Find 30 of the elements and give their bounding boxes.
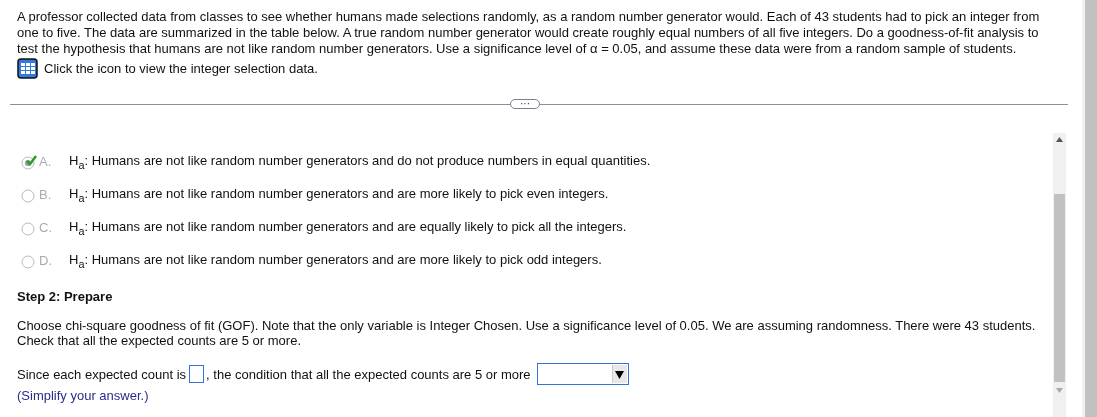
hint-text: (Simplify your answer.) [17, 388, 150, 403]
option-letter: C. [39, 220, 53, 235]
scrollbar[interactable] [1082, 0, 1097, 417]
question-text: A professor collected data from classes to see whether humans made selections randomly, as a random number generator would. Each of 43 students had to pick an integer from one to five. The data are summarized in the table below. A true random number generator would create roughly equal numbers of all five integers. Do a goodness-of-fit analysis to test the hypothesis that humans are not like random number generators. Use a significance level of α = 0.05, and assume these data were from a random sample of students. [17, 9, 1041, 57]
step-title: Step 2: Prepare [17, 289, 114, 304]
data-link-text[interactable]: Click the icon to view the integer selection data. [44, 61, 318, 76]
option-text[interactable]: H$_{a}$: Humans are not like random number generators and are more likely to pick odd integers. [69, 251, 602, 270]
option-letter: A. [39, 154, 53, 169]
option-text[interactable]: H$_{a}$: Humans are not like random number generators and are more likely to pick even integers. [69, 185, 609, 204]
scroll-thumb[interactable] [1054, 194, 1065, 382]
scroll-down-icon[interactable] [1056, 388, 1063, 393]
radio-button[interactable] [21, 186, 37, 203]
option-letter: D. [39, 253, 53, 268]
table-icon[interactable] [17, 58, 38, 79]
pane-resize-handle[interactable]: ··· [510, 99, 540, 109]
instruction-text: Choose chi-square goodness of fit (GOF). Note that the only variable is Integer Chosen. Use a significance level of 0.05. We are assuming randomness. There were 43 students. [17, 318, 1037, 333]
dropdown[interactable] [536, 363, 629, 385]
scrollbar[interactable] [1053, 133, 1066, 417]
option-text[interactable]: H$_{a}$: Humans are not like random number generators and are equally likely to pick all the integers. [69, 218, 627, 237]
answer-box[interactable] [189, 365, 205, 383]
option-letter: B. [39, 187, 53, 202]
scroll-up-icon[interactable] [1056, 137, 1063, 142]
option-text[interactable]: H$_{a}$: Humans are not like random number generators and do not produce numbers in equal quantities. [69, 152, 651, 171]
caret-icon [615, 369, 625, 379]
instruction-text: Check that all the expected counts are 5 or more. [17, 333, 302, 348]
answer-text: , the condition that all the expected counts are 5 or more [206, 366, 531, 382]
radio-button[interactable] [21, 219, 37, 236]
radio-button[interactable] [21, 252, 37, 269]
radio-check-icon[interactable] [21, 153, 37, 170]
answer-text: Since each expected count is [17, 366, 187, 382]
